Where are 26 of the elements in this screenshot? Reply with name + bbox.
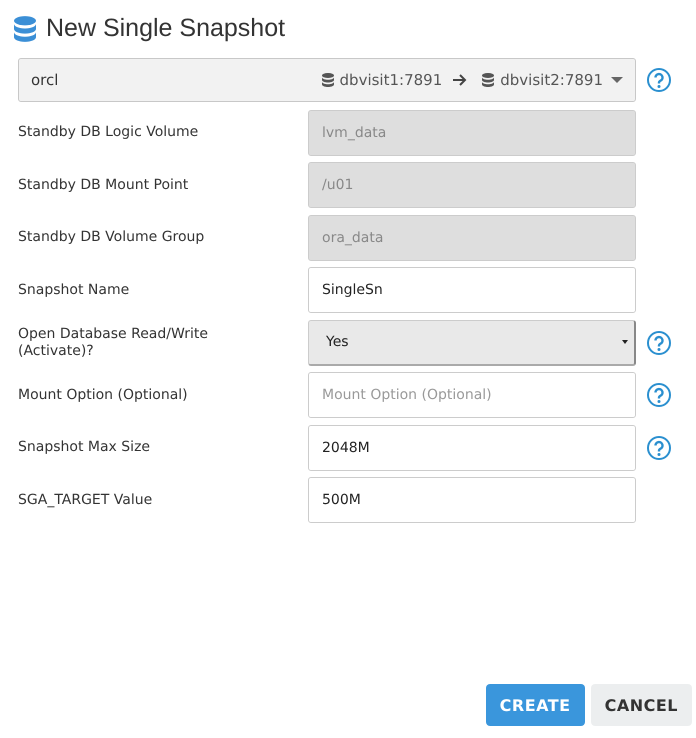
field-label: Standby DB Volume Group [18,229,204,246]
field-label: Mount Option (Optional) [18,386,188,404]
help-icon[interactable] [646,382,672,408]
input-field[interactable]: Mount Option (Optional) [308,372,636,418]
help-icon[interactable] [646,67,672,93]
field-label: Standby DB Mount Point [18,176,188,194]
database-icon [322,73,334,87]
input-field[interactable]: SingleSn [308,267,636,313]
field-label: Standby DB Logic Volume [18,124,198,141]
caret-icon [611,76,623,84]
field-label: Open Database Read/Write (Activate)? [18,326,209,359]
input-field[interactable]: 2048M [308,424,636,470]
select-field[interactable]: Yes [308,320,636,366]
help-icon[interactable] [646,330,672,356]
input-field[interactable]: 500M [308,477,636,523]
field-label: SGA_TARGET Value [18,492,152,508]
cancel-button[interactable]: CANCEL [590,684,692,726]
source-select[interactable]: orcl dbvisit1:7891 dbvisit2:7891 [18,58,636,102]
field-label: Snapshot Name [18,282,130,298]
dialog-title: New Single Snapshot [46,14,286,43]
help-icon[interactable] [646,434,672,460]
caret-icon [622,340,628,344]
arrow-icon [452,73,468,87]
database-icon [14,16,36,42]
field-label: Snapshot Max Size [18,439,150,456]
database-icon [482,73,494,87]
